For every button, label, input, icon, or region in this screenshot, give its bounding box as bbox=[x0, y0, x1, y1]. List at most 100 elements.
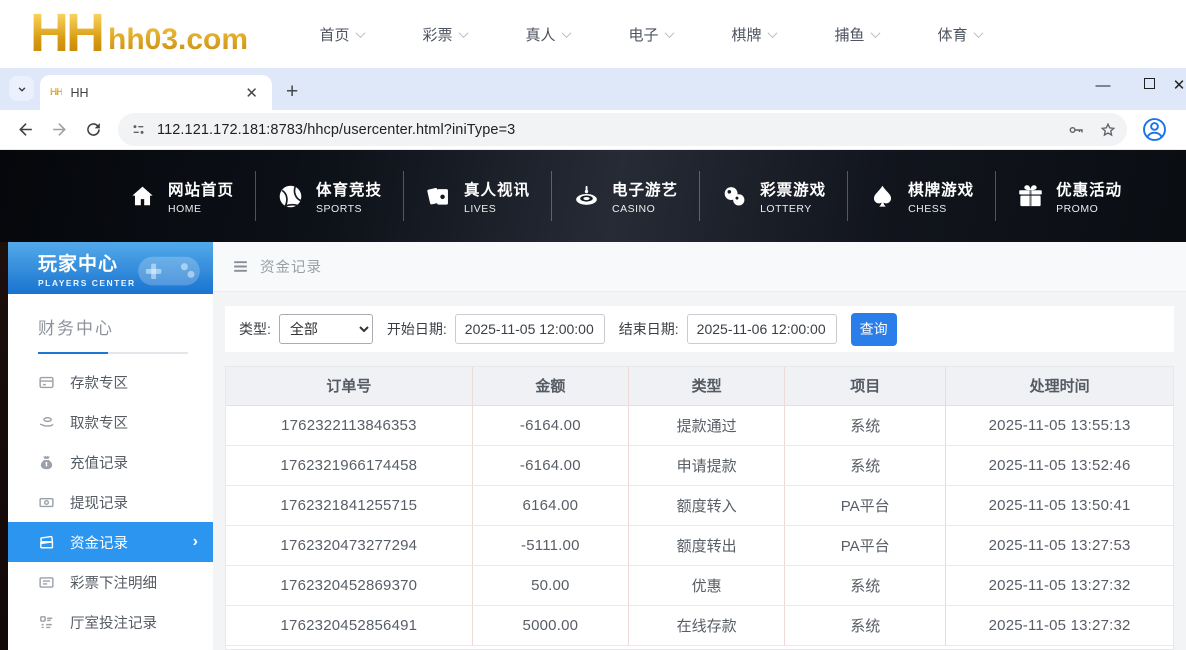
game-nav-item[interactable]: 电子游艺 CASINO bbox=[551, 171, 699, 221]
close-button[interactable]: ✕ bbox=[1172, 76, 1186, 94]
order-id-cell: 1762322113846353 bbox=[226, 405, 473, 446]
end-date-label: 结束日期: bbox=[618, 321, 679, 337]
records-table: 订单号 金额 类型 项目 处理时间 1762322113846353 -6164.00 提款… bbox=[226, 367, 1173, 646]
game-nav-item[interactable]: 优惠活动 PROMO bbox=[995, 171, 1143, 221]
chevron-down-icon bbox=[973, 27, 983, 38]
top-nav-label: 首页 bbox=[319, 26, 350, 44]
sidebar-item-withdraw-hand[interactable]: 取款专区 › bbox=[8, 402, 213, 442]
top-nav-item[interactable]: 捕鱼 bbox=[805, 24, 908, 45]
top-nav-item[interactable]: 首页 bbox=[290, 24, 393, 45]
sports-ball-icon bbox=[277, 183, 304, 210]
top-nav-item[interactable]: 真人 bbox=[496, 24, 599, 45]
profile-avatar-icon[interactable] bbox=[1141, 116, 1168, 143]
new-tab-button[interactable]: + bbox=[286, 80, 298, 104]
sidebar-item-label: 存款专区 bbox=[70, 375, 128, 392]
omnibox[interactable]: 112.121.172.181:8783/hhcp/usercenter.htm… bbox=[118, 113, 1127, 146]
sidebar-item-money-bag[interactable]: 充值记录 › bbox=[8, 442, 213, 482]
game-nav-label-zh: 优惠活动 bbox=[1056, 181, 1123, 199]
top-nav-item[interactable]: 彩票 bbox=[393, 24, 496, 45]
time-cell: 2025-11-05 13:52:46 bbox=[945, 445, 1173, 486]
sidebar-item-list[interactable]: 厅室投注记录 › bbox=[8, 602, 213, 642]
search-button[interactable]: 查询 bbox=[850, 312, 897, 346]
top-nav-label: 捕鱼 bbox=[834, 26, 865, 44]
site-info-icon[interactable] bbox=[130, 121, 147, 138]
sidebar-item-deposit-card[interactable]: 存款专区 › bbox=[8, 362, 213, 402]
list-icon bbox=[38, 614, 55, 631]
main-content: 资金记录 类型: 全部 开始日期: 结束日期: 查询 订单号金额类型项目处理时间… bbox=[213, 242, 1186, 650]
password-key-icon[interactable] bbox=[1067, 121, 1085, 139]
tab-search-button[interactable] bbox=[9, 76, 34, 101]
column-header: 类型 bbox=[627, 367, 785, 406]
breadcrumb: 资金记录 bbox=[213, 242, 1186, 292]
forward-button[interactable] bbox=[44, 115, 74, 145]
bookmark-star-icon[interactable] bbox=[1099, 121, 1117, 139]
roulette-icon bbox=[573, 183, 600, 210]
sidebar-item-report[interactable]: 玩家投注报表 › bbox=[8, 642, 213, 650]
time-cell: 2025-11-05 13:27:32 bbox=[945, 605, 1173, 646]
browser-tab[interactable]: HH HH ✕ bbox=[40, 75, 272, 110]
chevron-right-icon: › bbox=[192, 533, 198, 550]
order-id-cell: 1762320452869370 bbox=[226, 565, 473, 606]
back-arrow-icon bbox=[18, 123, 32, 136]
browser-tabstrip: HH HH ✕ + — ✕ bbox=[0, 68, 1186, 110]
chevron-down-icon bbox=[870, 27, 880, 38]
sidebar-item-label: 取款专区 bbox=[70, 415, 128, 432]
game-nav-label-en: HOME bbox=[168, 202, 202, 215]
game-nav-item[interactable]: 真人视讯 LIVES bbox=[403, 171, 551, 221]
type-cell: 提款通过 bbox=[627, 405, 785, 446]
game-nav-label-en: LOTTERY bbox=[760, 202, 812, 215]
url-field[interactable]: 112.121.172.181:8783/hhcp/usercenter.htm… bbox=[157, 122, 1067, 138]
sidebar-section: 财务中心 bbox=[8, 294, 213, 354]
top-nav-label: 真人 bbox=[525, 26, 556, 44]
maximize-icon bbox=[1143, 78, 1155, 89]
cards-icon bbox=[425, 183, 452, 210]
top-nav-item[interactable]: 棋牌 bbox=[702, 24, 805, 45]
start-date-input[interactable] bbox=[454, 314, 605, 344]
sidebar-item-label: 厅室投注记录 bbox=[70, 615, 157, 632]
column-header: 订单号 bbox=[226, 367, 473, 406]
game-nav-label-zh: 体育竞技 bbox=[316, 181, 383, 199]
banknote-icon bbox=[38, 494, 55, 511]
amount-cell: -6164.00 bbox=[471, 445, 629, 486]
top-nav: 首页 彩票 真人 电子 棋牌 捕鱼 体育 bbox=[290, 24, 1011, 45]
type-label: 类型: bbox=[239, 321, 271, 337]
window-controls: — ✕ bbox=[1080, 68, 1186, 102]
top-nav-item[interactable]: 电子 bbox=[599, 24, 702, 45]
wallet-icon bbox=[38, 534, 55, 551]
deposit-card-icon bbox=[38, 374, 55, 391]
minimize-button[interactable]: — bbox=[1080, 77, 1126, 94]
game-nav-item[interactable]: 体育竞技 SPORTS bbox=[255, 171, 403, 221]
top-nav-item[interactable]: 体育 bbox=[908, 24, 1011, 45]
reload-button[interactable] bbox=[78, 115, 108, 145]
tab-close-icon[interactable]: ✕ bbox=[239, 84, 264, 102]
end-date-input[interactable] bbox=[686, 314, 837, 344]
column-header: 金额 bbox=[471, 367, 629, 406]
back-button[interactable] bbox=[10, 115, 40, 145]
type-select[interactable]: 全部 bbox=[278, 314, 373, 344]
sidebar-item-banknote[interactable]: 提现记录 › bbox=[8, 482, 213, 522]
tab-favicon-icon: HH bbox=[50, 87, 63, 98]
time-cell: 2025-11-05 13:50:41 bbox=[945, 485, 1173, 526]
maximize-button[interactable] bbox=[1126, 76, 1172, 94]
project-cell: 系统 bbox=[784, 565, 946, 606]
sidebar-item-ticket[interactable]: 彩票下注明细 › bbox=[8, 562, 213, 602]
sidebar-item-wallet[interactable]: 资金记录 › bbox=[8, 522, 213, 562]
game-nav-label-en: CHESS bbox=[908, 202, 947, 215]
type-cell: 申请提款 bbox=[627, 445, 785, 486]
sidebar-item-label: 彩票下注明细 bbox=[70, 575, 157, 592]
time-cell: 2025-11-05 13:27:32 bbox=[945, 565, 1173, 606]
site-logo[interactable]: HH hh03.com bbox=[30, 6, 248, 60]
game-nav-item[interactable]: 棋牌游戏 CHESS bbox=[847, 171, 995, 221]
project-cell: 系统 bbox=[784, 605, 946, 646]
game-nav-label-en: PROMO bbox=[1056, 202, 1099, 215]
game-nav-item[interactable]: 网站首页 HOME bbox=[108, 171, 255, 221]
hamburger-menu-icon[interactable] bbox=[231, 257, 250, 276]
game-nav-item[interactable]: 彩票游戏 LOTTERY bbox=[699, 171, 847, 221]
sidebar-item-label: 资金记录 bbox=[70, 535, 128, 552]
start-date-label: 开始日期: bbox=[386, 321, 447, 337]
spade-icon bbox=[869, 183, 896, 210]
sidebar-item-label: 充值记录 bbox=[70, 455, 128, 472]
amount-cell: 5000.00 bbox=[471, 605, 629, 646]
amount-cell: 6164.00 bbox=[471, 485, 629, 526]
table-row: 1762320452869370 50.00 优惠 系统 2025-11-05 13:2… bbox=[226, 565, 1173, 606]
